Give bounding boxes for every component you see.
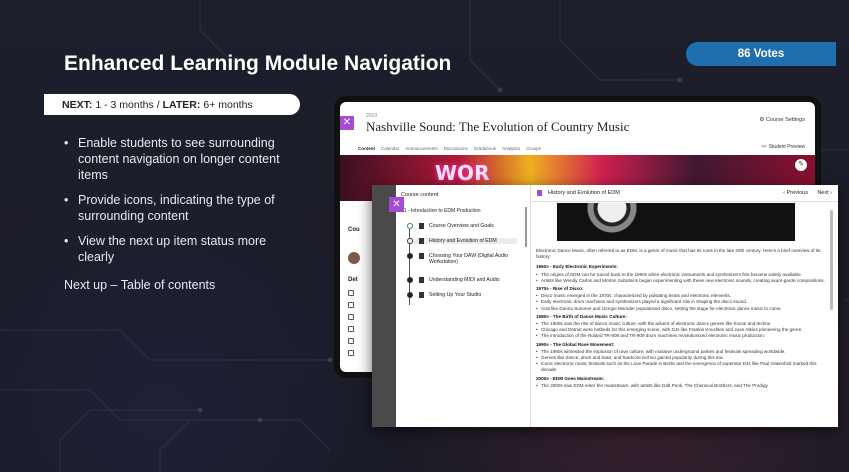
document-icon [419,238,424,244]
student-preview-label: Student Preview [768,144,805,150]
later-label: LATER: [162,98,201,111]
content-main: History and Evolution of EDM ‹ Previous … [531,185,838,427]
later-value: 6+ months [203,98,253,111]
detail-icon [348,302,354,308]
sidebar-item-label: Understanding MIDI and Audio [429,277,500,283]
sidebar-item-label: Course Overview and Goals [429,223,494,229]
course-settings-label: Course Settings [765,117,805,123]
detail-icon [348,290,354,296]
previous-button[interactable]: ‹ Previous [783,190,808,196]
sidebar-item-studio-setup[interactable]: Setting Up Your Studio [407,292,517,298]
course-section-heading: Cou [348,227,360,233]
section-point: The 2000s saw EDM enter the mainstream, … [536,383,826,389]
votes-badge: 86 Votes [686,42,836,66]
edit-banner-icon[interactable]: ✎ [795,159,807,171]
bullet-item: View the next up item status more clearl… [64,233,304,265]
section-heading: 1970s - Rise of Disco: [536,286,584,292]
student-preview-button[interactable]: 👓 Student Preview [761,144,805,150]
next-value: 1 - 3 months [95,98,154,111]
content-viewer-panel: ✕ Course content 01 - Introduction to ED… [372,185,838,427]
section-point: Iconic electronic music festivals such a… [536,361,826,373]
close-icon[interactable]: ✕ [389,197,404,212]
sidebar-item-history-edm[interactable]: History and Evolution of EDM [407,238,517,244]
detail-icon [348,350,354,356]
tab-analytics[interactable]: Analytics [502,146,520,151]
section-heading: 1960s - Early Electronic Experiments: [536,264,618,270]
timeline-separator: / [156,98,160,111]
course-settings-link[interactable]: ⚙ Course Settings [759,117,805,123]
tab-announcements[interactable]: Announcements [405,146,438,151]
detail-icon [348,326,354,332]
document-icon [419,277,424,283]
section-heading: 1990s - The Global Rave Movement: [536,341,615,347]
gear-icon: ⚙ [759,117,765,123]
sidebar-item-choosing-daw[interactable]: Choosing Your DAW (Digital Audio Worksta… [407,253,517,265]
sidebar-item-midi-audio[interactable]: Understanding MIDI and Audio [407,277,517,283]
course-title: Nashville Sound: The Evolution of Countr… [366,119,630,134]
slide-title: Enhanced Learning Module Navigation [64,52,452,75]
section-point: Acts like Donna Summer and Giorgio Morod… [536,306,826,312]
article-body: Electronic Dance Music, often referred t… [536,248,826,389]
status-icon [407,253,413,259]
content-scrollbar[interactable] [830,210,833,310]
detail-icon [348,314,354,320]
next-up-text: Next up – Table of contents [64,278,216,292]
intro-paragraph: Electronic Dance Music, often referred t… [536,248,821,260]
bullet-item: Provide icons, indicating the type of su… [64,192,304,224]
banner-neon-sign: WOR [435,161,490,185]
course-content-sidebar: Course content 01 - Introduction to EDM … [396,185,531,427]
document-icon [419,223,424,229]
tab-content[interactable]: Content [358,146,375,151]
tab-calendar[interactable]: Calendar [381,146,399,151]
sidebar-scrollbar[interactable] [525,207,527,247]
section-point: Artists like Wendy Carlos and Morton Sub… [536,278,826,284]
close-icon[interactable]: ✕ [340,116,354,130]
tab-discussions[interactable]: Discussions [444,146,468,151]
bullet-item: Enable students to see surrounding conte… [64,135,304,183]
document-icon [419,292,424,298]
panel-dark-edge [372,185,396,427]
status-icon [407,277,413,283]
section-heading: 1980s - The Birth of Dance Music Culture… [536,313,627,319]
section-point: The introduction of the Roland TR-808 an… [536,333,826,339]
document-icon [419,253,424,259]
sidebar-item-label: Choosing Your DAW (Digital Audio Worksta… [429,253,509,265]
tab-groups[interactable]: Groups [526,146,541,151]
sidebar-item-label: Setting Up Your Studio [429,292,482,298]
detail-icon [348,338,354,344]
current-status-icon [407,238,413,244]
avatar [348,252,360,264]
glasses-icon: 👓 [760,144,768,150]
course-tabs: Content Calendar Announcements Discussio… [358,146,541,151]
content-header: History and Evolution of EDM ‹ Previous … [531,185,838,202]
module-title[interactable]: 01 - Introduction to EDM Production [401,208,481,214]
status-icon [407,292,413,298]
details-heading: Det [348,277,358,283]
next-label: NEXT: [62,98,93,111]
content-title: History and Evolution of EDM [548,190,620,196]
sidebar-title: Course content [401,192,439,198]
sidebar-item-course-overview[interactable]: Course Overview and Goals [407,223,517,229]
dj-turntables-image [557,203,795,241]
section-heading: 2000s - EDM Goes Mainstream: [536,375,605,381]
completed-status-icon [407,223,413,229]
timeline-banner: NEXT: 1 - 3 months / LATER: 6+ months [44,94,300,115]
document-icon [537,190,542,196]
next-button[interactable]: Next › [817,190,832,196]
tab-gradebook[interactable]: Gradebook [474,146,496,151]
feature-bullet-list: Enable students to see surrounding conte… [64,135,304,274]
sidebar-item-label: History and Evolution of EDM [429,238,497,244]
